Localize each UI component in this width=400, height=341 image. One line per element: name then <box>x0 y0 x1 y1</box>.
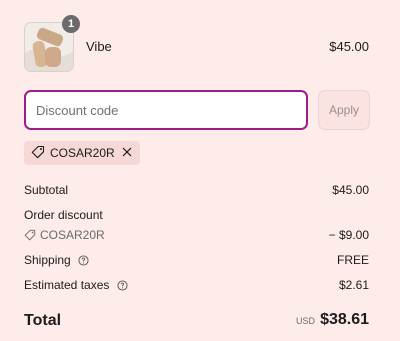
shipping-label: Shipping <box>24 253 71 267</box>
info-icon[interactable] <box>117 280 128 294</box>
order-discount-label: Order discount <box>24 208 103 222</box>
discount-code-input[interactable] <box>24 90 308 130</box>
taxes-label: Estimated taxes <box>24 278 110 292</box>
subtotal-label: Subtotal <box>24 183 69 197</box>
tag-icon <box>24 229 36 241</box>
order-discount-value: − $9.00 <box>328 228 369 242</box>
apply-discount-button[interactable]: Apply <box>318 90 370 130</box>
product-name: Vibe <box>86 39 112 54</box>
taxes-row-label: Estimated taxes <box>24 278 128 294</box>
shipping-row-label: Shipping <box>24 253 89 269</box>
shipping-value: FREE <box>336 253 369 267</box>
subtotal-value: $45.00 <box>332 183 369 197</box>
close-icon[interactable] <box>122 146 132 160</box>
order-discount-code-row: COSAR20R <box>24 228 105 242</box>
tag-icon <box>31 145 45 162</box>
order-discount-code: COSAR20R <box>40 228 105 242</box>
quantity-badge: 1 <box>62 15 80 33</box>
total-amount: USD $38.61 <box>296 311 369 329</box>
taxes-value: $2.61 <box>338 278 369 292</box>
product-price: $45.00 <box>329 39 369 54</box>
info-icon[interactable] <box>78 255 89 269</box>
currency-code: USD <box>296 316 316 326</box>
applied-discount-code: COSAR20R <box>50 146 115 160</box>
applied-discount-tag: COSAR20R <box>24 141 140 165</box>
total-label: Total <box>24 312 62 329</box>
total-value: $38.61 <box>320 311 369 328</box>
